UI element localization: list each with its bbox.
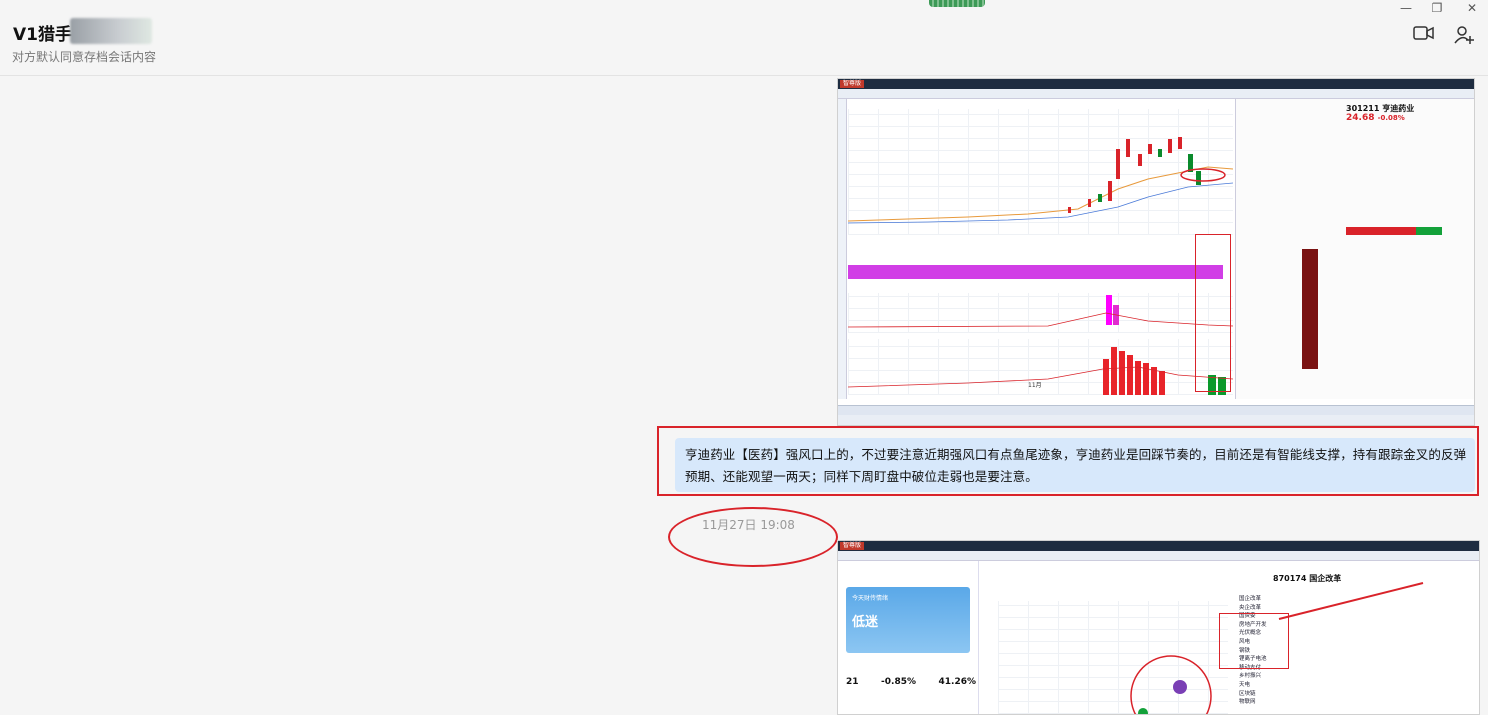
app-logo-2: 智尊版	[840, 542, 865, 550]
stat-3: 41.26%	[938, 677, 977, 687]
stock-chart-image[interactable]: 智尊版 11月 301211 亨迪药业 24.68 -0.08%	[837, 78, 1475, 426]
candlestick-chart	[847, 109, 1234, 235]
news-ticker	[838, 405, 1474, 415]
annotation-box	[657, 426, 1479, 496]
add-contact-icon[interactable]	[1452, 25, 1476, 45]
window-drag-handle[interactable]	[929, 0, 985, 7]
annotation-circle	[668, 507, 838, 567]
order-flow-bar	[1302, 249, 1318, 369]
signal-band	[848, 265, 1223, 279]
video-call-icon[interactable]	[1412, 25, 1436, 45]
app-menu-bar: 智尊版	[838, 79, 1474, 89]
table-row[interactable]: 物联网	[1239, 698, 1267, 707]
maximize-icon[interactable]: ❐	[1425, 0, 1449, 16]
contact-name[interactable]: V1猎手	[13, 20, 72, 45]
volume-histogram	[847, 293, 1234, 333]
table-row[interactable]: 区块链	[1239, 690, 1267, 699]
chat-header: V1猎手 对方默认同意存档会话内容	[0, 0, 1488, 76]
app-menu-bar-2: 智尊版	[838, 541, 1479, 551]
status-bar	[838, 415, 1474, 425]
sentiment-label: 今天财传情绪	[852, 595, 889, 602]
redacted-name	[70, 18, 152, 44]
stock-name: 亨迪药业	[1382, 104, 1415, 113]
stock-code: 301211	[1346, 104, 1380, 113]
sector-image[interactable]: 智尊版 今天财传情绪 低迷 21 -0.85% 41.26% 870174 国企…	[837, 540, 1480, 715]
table-row[interactable]: 乡村振兴	[1239, 672, 1267, 681]
table-row[interactable]: 国企改革	[1239, 595, 1267, 604]
close-icon[interactable]: ✕	[1460, 0, 1484, 16]
table-row[interactable]: 天电	[1239, 681, 1267, 690]
month-label: 11月	[1028, 382, 1042, 389]
highlight-box	[1195, 234, 1231, 392]
quote-panel: 301211 亨迪药业 24.68 -0.08%	[1235, 99, 1474, 399]
stock-change: -0.08%	[1377, 114, 1405, 122]
sentiment-value: 低迷	[852, 615, 879, 630]
stat-2: -0.85%	[881, 677, 916, 687]
ask-bar	[1416, 227, 1442, 235]
bubble-chart	[998, 601, 1228, 714]
minimize-icon[interactable]: —	[1394, 0, 1418, 16]
app-tab-bar	[838, 89, 1474, 99]
chat-subtitle: 对方默认同意存档会话内容	[12, 50, 157, 64]
stock-price: 24.68	[1346, 113, 1375, 123]
sentiment-panel: 今天财传情绪 低迷 21 -0.85% 41.26%	[838, 561, 979, 714]
sector-table: 870174 国企改革 国企改革 央企改革 国资委 房地产开发 光伏概念 风电 …	[1219, 569, 1479, 714]
app-tab-bar-2	[838, 551, 1479, 561]
app-logo: 智尊版	[840, 80, 865, 88]
stat-1: 21	[846, 677, 859, 687]
arrow-annotation	[1278, 582, 1424, 620]
table-row[interactable]: 央企改革	[1239, 604, 1267, 613]
